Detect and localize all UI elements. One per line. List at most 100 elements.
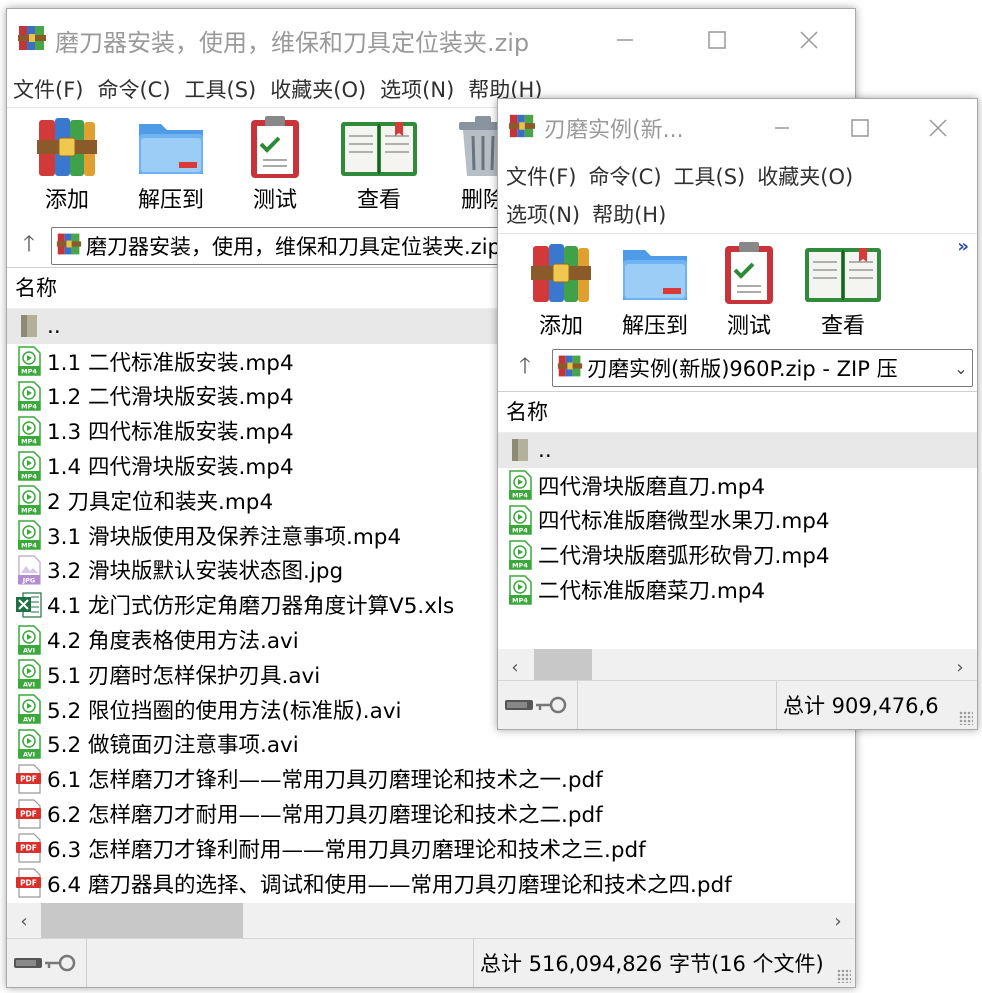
scroll-track[interactable] [41,903,821,939]
svg-text:AVI: AVI [23,681,35,689]
title-bar[interactable]: 磨刀器安装，使用，维保和刀具定位装夹.zip [7,9,855,71]
minimize-button[interactable] [743,99,821,157]
close-button[interactable] [899,99,977,157]
resize-grip[interactable] [959,711,973,725]
file-row[interactable]: AVI 5.2 做镜面刃注意事项.avi [7,727,855,762]
menu-favorites[interactable]: 收藏夹(O) [757,161,853,191]
avi-file-icon: AVI [18,729,41,759]
maximize-button[interactable] [671,9,763,71]
folder-icon [139,124,203,174]
add-button[interactable]: 添加 [15,108,119,226]
svg-text:MP4: MP4 [21,472,37,480]
clipboard-check-icon [725,242,773,304]
menu-commands[interactable]: 命令(C) [97,74,170,104]
test-button[interactable]: 测试 [702,234,796,346]
scroll-thumb[interactable] [41,903,243,939]
file-name: 二代标准版磨菜刀.mp4 [538,579,766,605]
file-name: 6.3 怎样磨刀才锋利耐用——常用刀具刃磨理论和技术之三.pdf [47,837,646,863]
svg-text:PDF: PDF [20,844,37,853]
window-title: 刃磨实例(新... [544,118,684,143]
add-button[interactable]: 添加 [514,234,608,346]
winrar-icon [17,23,47,57]
maximize-button[interactable] [821,99,899,157]
file-name: 四代滑块版磨直刀.mp4 [538,474,766,500]
file-row[interactable]: PDF 6.1 怎样磨刀才锋利——常用刀具刃磨理论和技术之一.pdf [7,761,855,796]
view-button[interactable]: 查看 [796,234,890,346]
scroll-right-arrow-icon[interactable]: › [943,657,977,678]
svg-text:MP4: MP4 [21,542,37,550]
menu-tools[interactable]: 工具(S) [674,161,746,191]
scroll-right-arrow-icon[interactable]: › [821,911,855,932]
svg-text:AVI: AVI [23,716,35,724]
svg-text:PDF: PDF [20,809,37,818]
svg-text:PDF: PDF [20,774,37,783]
file-row[interactable]: MP4 四代标准版磨微型水果刀.mp4 [498,503,977,538]
file-name: 5.2 限位挡圈的使用方法(标准版).avi [47,698,402,724]
file-name: 1.1 二代标准版安装.mp4 [47,350,294,376]
menu-options[interactable]: 选项(N) [506,199,580,229]
column-header-name[interactable]: 名称 [498,392,977,433]
drive-icon [505,700,533,710]
file-row[interactable]: PDF 6.3 怎样磨刀才锋利耐用——常用刀具刃磨理论和技术之三.pdf [7,831,855,866]
mp4-file-icon: MP4 [18,485,41,516]
pdf-file-icon: PDF [16,833,41,863]
up-arrow-icon[interactable]: 🡑 [7,227,51,265]
toolbar-overflow-chevron[interactable]: » [957,236,969,257]
status-text: 总计 909,476,6 [783,694,939,718]
file-row[interactable]: MP4 二代滑块版磨弧形砍骨刀.mp4 [498,537,977,572]
file-name: 6.1 怎样磨刀才锋利——常用刀具刃磨理论和技术之一.pdf [47,768,603,794]
file-name: 1.3 四代标准版安装.mp4 [47,420,294,446]
svg-text:MP4: MP4 [512,526,528,534]
scroll-left-arrow-icon[interactable]: ‹ [498,657,532,678]
close-button[interactable] [763,9,855,71]
file-name: 6.2 怎样磨刀才耐用——常用刀具刃磨理论和技术之二.pdf [47,803,603,829]
file-name: 3.2 滑块版默认安装状态图.jpg [47,559,344,585]
up-arrow-icon[interactable]: 🡑 [498,349,552,387]
window-title: 磨刀器安装，使用，维保和刀具定位装夹.zip [55,28,530,57]
menu-tools[interactable]: 工具(S) [185,74,257,104]
svg-text:MP4: MP4 [21,402,37,410]
file-name: 2 刀具定位和装夹.mp4 [47,489,274,515]
minimize-button[interactable] [579,9,671,71]
file-row[interactable]: PDF 6.2 怎样磨刀才耐用——常用刀具刃磨理论和技术之二.pdf [7,796,855,831]
mp4-file-icon: MP4 [509,505,532,535]
scroll-left-arrow-icon[interactable]: ‹ [7,911,41,932]
menu-favorites[interactable]: 收藏夹(O) [270,74,366,104]
mp4-file-icon: MP4 [509,470,532,500]
resize-grip[interactable] [837,969,851,983]
test-label: 测试 [726,314,771,339]
file-name: 5.1 刃磨时怎样保护刃具.avi [47,663,321,689]
menu-commands[interactable]: 命令(C) [588,161,661,191]
drive-icon [14,958,42,968]
file-row[interactable]: PDF 6.4 磨刀器具的选择、调试和使用——常用刀具刃磨理论和技术之四.pdf [7,866,855,901]
pdf-file-icon: PDF [16,798,41,829]
menu-help[interactable]: 帮助(H) [592,199,666,229]
extract-to-button[interactable]: 解压到 [608,234,702,346]
file-row[interactable]: MP4 四代滑块版磨直刀.mp4 [498,468,977,503]
file-name: 4.2 角度表格使用方法.avi [47,629,299,655]
jpg-file-icon: JPG [18,555,41,585]
avi-file-icon: AVI [18,624,41,655]
file-row[interactable]: MP4 二代标准版磨菜刀.mp4 [498,572,977,607]
menu-file[interactable]: 文件(F) [13,74,83,104]
title-bar[interactable]: 刃磨实例(新... [498,99,977,157]
view-button[interactable]: 查看 [327,108,431,226]
menu-bar: 文件(F) 命令(C) 工具(S) 收藏夹(O) 选项(N) 帮助(H) [498,157,977,233]
pdf-file-icon: PDF [16,868,41,898]
svg-text:AVI: AVI [23,750,35,758]
test-label: 测试 [252,188,297,213]
archive-window-secondary: 刃磨实例(新... 文件(F) 命令(C) 工具(S) 收藏夹(O) 选项(N)… [497,98,978,730]
test-button[interactable]: 测试 [223,108,327,226]
horizontal-scrollbar[interactable]: ‹ › [7,903,855,939]
menu-file[interactable]: 文件(F) [506,161,576,191]
toolbar: 添加 解压到 测试 查看 » [498,233,977,346]
chevron-down-icon[interactable]: ⌄ [950,359,972,378]
winrar-icon [557,353,583,384]
menu-options[interactable]: 选项(N) [380,74,454,104]
address-field[interactable]: 刃磨实例(新版)960P.zip - ZIP 压 ⌄ [552,349,973,387]
extract-to-button[interactable]: 解压到 [119,108,223,226]
file-name: 二代滑块版磨弧形砍骨刀.mp4 [538,544,830,570]
mp4-file-icon: MP4 [18,346,41,376]
view-label: 查看 [820,314,865,339]
parent-folder-row[interactable]: .. [498,433,977,468]
